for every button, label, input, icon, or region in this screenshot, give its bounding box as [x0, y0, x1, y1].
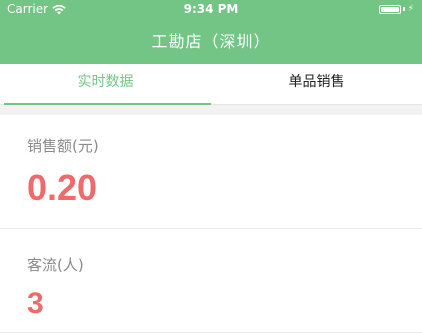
customer-flow-label: 客流(人) [27, 256, 84, 274]
bolt-icon: ⚡ [407, 4, 414, 14]
customer-flow-card[interactable]: 客流(人) 3 [0, 229, 422, 335]
customer-flow-value: 3 [27, 287, 44, 320]
tab-item-sales[interactable]: 单品销售 [211, 64, 422, 104]
app-screen: Carrier 9:34 PM ⚡ 工勘店（深圳） 实时数据 单品销售 销售额(… [0, 0, 422, 335]
section-separator [0, 105, 422, 115]
card-divider [0, 332, 422, 333]
tab-bar: 实时数据 单品销售 [0, 64, 422, 105]
tab-label: 实时数据 [77, 74, 134, 90]
status-bar: Carrier 9:34 PM ⚡ [0, 0, 422, 20]
battery-icon [378, 4, 401, 14]
tab-realtime-data[interactable]: 实时数据 [0, 64, 211, 105]
page-title: 工勘店（深圳） [151, 32, 271, 51]
header: Carrier 9:34 PM ⚡ 工勘店（深圳） [0, 0, 422, 64]
status-time: 9:34 PM [183, 2, 239, 16]
sales-amount-label: 销售额(元) [27, 137, 99, 155]
battery-tip [402, 7, 405, 11]
battery-level-fill [380, 6, 399, 12]
tab-label: 单品销售 [288, 74, 345, 90]
sales-amount-value: 0.20 [27, 167, 98, 208]
battery-indicator: ⚡ [378, 4, 414, 14]
sales-amount-card[interactable]: 销售额(元) 0.20 [0, 115, 422, 227]
